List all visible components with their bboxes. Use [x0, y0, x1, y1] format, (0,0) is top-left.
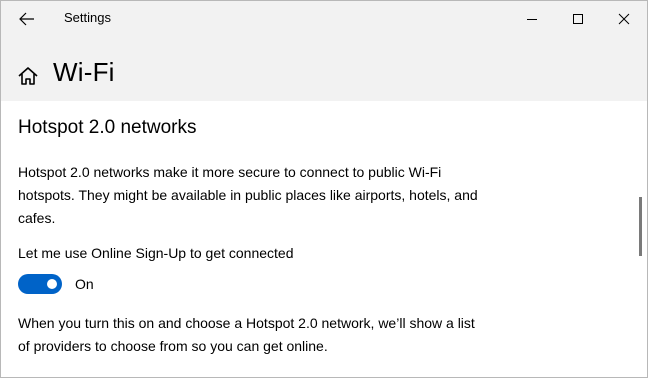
toggle-state-label: On: [75, 276, 94, 292]
minimize-button[interactable]: [509, 1, 555, 37]
maximize-icon: [573, 14, 583, 24]
section-title: Hotspot 2.0 networks: [18, 117, 197, 138]
maximize-button[interactable]: [555, 1, 601, 37]
scrollbar-thumb[interactable]: [639, 197, 642, 256]
minimize-icon: [527, 19, 537, 20]
back-arrow-icon: [19, 12, 34, 26]
back-button[interactable]: [9, 5, 45, 33]
close-button[interactable]: [601, 1, 647, 37]
settings-window: Settings Wi-Fi Hotspot 2.0 networks Hots…: [0, 0, 648, 378]
section-description: Hotspot 2.0 networks make it more secure…: [18, 164, 478, 226]
home-icon: [18, 67, 38, 85]
toggle-knob: [47, 279, 57, 289]
title-bar: Settings: [1, 1, 647, 37]
online-signup-toggle[interactable]: [18, 274, 62, 294]
page-title: Wi-Fi: [53, 57, 115, 87]
page-header: Wi-Fi: [1, 37, 647, 101]
info-text: When you turn this on and choose a Hotsp…: [18, 315, 475, 354]
toggle-label: Let me use Online Sign-Up to get connect…: [18, 245, 294, 261]
app-title: Settings: [64, 10, 111, 25]
close-icon: [618, 13, 630, 25]
